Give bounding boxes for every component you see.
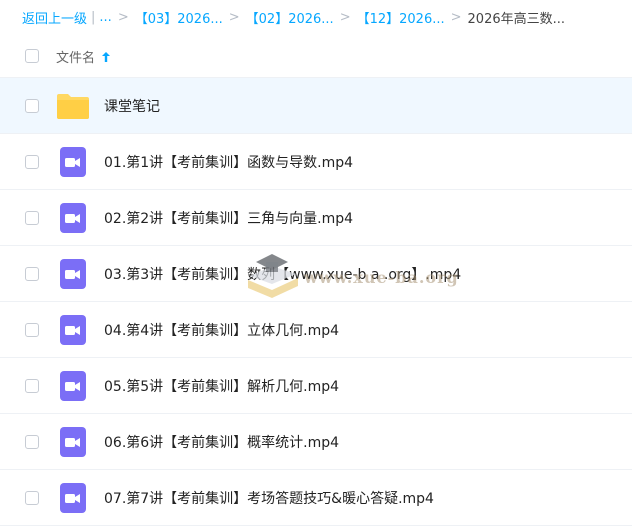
video-file-icon [60,259,86,289]
video-file-icon [60,315,86,345]
folder-icon [57,94,89,119]
list-item-video[interactable]: 05.第5讲【考前集训】解析几何.mp4 [0,358,632,414]
row-checkbox[interactable] [25,379,39,393]
row-checkbox[interactable] [25,267,39,281]
video-file-icon [60,483,86,513]
row-checkbox[interactable] [25,491,39,505]
column-name-label: 文件名 [56,51,96,66]
file-name[interactable]: 04.第4讲【考前集训】立体几何.mp4 [104,320,339,340]
breadcrumb: 返回上一级 | ... > 【03】2026... > 【02】2026... … [0,0,632,34]
file-name[interactable]: 06.第6讲【考前集训】概率统计.mp4 [104,432,339,452]
file-name[interactable]: 07.第7讲【考前集训】考场答题技巧&暖心答疑.mp4 [104,488,434,508]
row-checkbox[interactable] [25,99,39,113]
breadcrumb-separator: > [339,9,351,25]
breadcrumb-current: 2026年高三数... [467,11,566,27]
video-file-icon [60,371,86,401]
video-file-icon [60,427,86,457]
list-item-video[interactable]: 07.第7讲【考前集训】考场答题技巧&暖心答疑.mp4 [0,470,632,526]
row-checkbox[interactable] [25,323,39,337]
breadcrumb-pipe: | [91,9,96,25]
breadcrumb-crumb-1[interactable]: 【03】2026... [135,8,223,27]
file-name[interactable]: 03.第3讲【考前集训】数列【www.xue-b a .org】.mp4 [104,264,461,284]
breadcrumb-separator: > [117,9,129,25]
row-checkbox[interactable] [25,435,39,449]
breadcrumb-ellipsis[interactable]: ... [99,10,111,25]
list-item-video[interactable]: 01.第1讲【考前集训】函数与导数.mp4 [0,134,632,190]
list-item-video[interactable]: 04.第4讲【考前集训】立体几何.mp4 [0,302,632,358]
row-checkbox[interactable] [25,211,39,225]
arrow-up-icon [102,51,111,62]
list-item-folder[interactable]: 课堂笔记 [0,78,632,134]
breadcrumb-separator: > [450,9,462,25]
row-checkbox[interactable] [25,155,39,169]
breadcrumb-crumb-2[interactable]: 【02】2026... [246,8,334,27]
file-name[interactable]: 02.第2讲【考前集训】三角与向量.mp4 [104,208,353,228]
select-all-checkbox[interactable] [25,49,39,63]
list-header: 文件名 [0,34,632,78]
sort-by-name-header[interactable]: 文件名 [56,47,111,66]
video-file-icon [60,147,86,177]
file-name[interactable]: 05.第5讲【考前集训】解析几何.mp4 [104,376,339,396]
file-name[interactable]: 课堂笔记 [104,96,160,116]
back-link[interactable]: 返回上一级 [22,8,87,27]
breadcrumb-separator: > [228,9,240,25]
file-name[interactable]: 01.第1讲【考前集训】函数与导数.mp4 [104,152,353,172]
list-item-video[interactable]: 02.第2讲【考前集训】三角与向量.mp4 [0,190,632,246]
list-item-video[interactable]: 06.第6讲【考前集训】概率统计.mp4 [0,414,632,470]
video-file-icon [60,203,86,233]
breadcrumb-crumb-3[interactable]: 【12】2026... [357,8,445,27]
list-item-video[interactable]: 03.第3讲【考前集训】数列【www.xue-b a .org】.mp4 [0,246,632,302]
